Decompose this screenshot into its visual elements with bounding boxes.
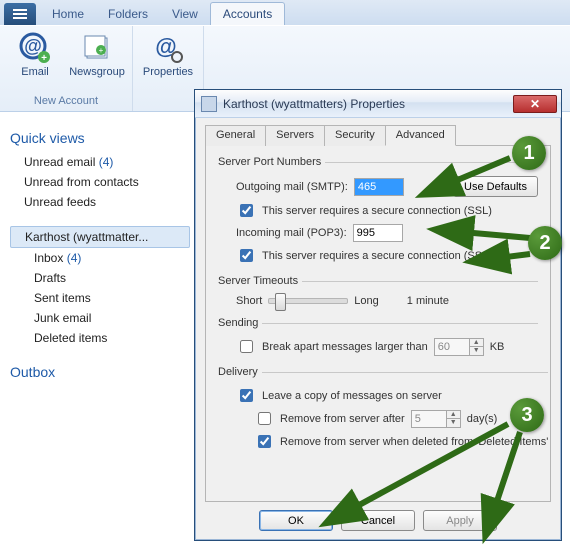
at-plus-icon: @+ (19, 32, 51, 64)
group-label-new-account: New Account (8, 93, 124, 109)
use-defaults-button[interactable]: Use Defaults (453, 176, 538, 197)
nav-deleted[interactable]: Deleted items (10, 328, 190, 348)
remove-after-checkbox[interactable] (258, 412, 271, 425)
nav-unread-contacts[interactable]: Unread from contacts (10, 172, 190, 192)
dtab-advanced[interactable]: Advanced (385, 125, 456, 146)
smtp-ssl-label: This server requires a secure connection… (262, 205, 492, 217)
ribbon-tab-strip: Home Folders View Accounts (0, 0, 570, 26)
nav-inbox[interactable]: Inbox (4) (10, 248, 190, 268)
remove-when-deleted-label: Remove from server when deleted from 'De… (280, 436, 548, 448)
nav-account-karthost[interactable]: Karthost (wyattmatter... (10, 226, 190, 248)
smtp-port-input[interactable] (354, 178, 404, 196)
dialog-tabstrip: General Servers Security Advanced (205, 124, 551, 146)
nav-sent[interactable]: Sent items (10, 288, 190, 308)
newsgroup-icon: + (81, 32, 113, 64)
svg-text:+: + (41, 53, 47, 64)
ok-button[interactable]: OK (259, 510, 333, 531)
smtp-ssl-checkbox[interactable] (240, 204, 253, 217)
apply-button[interactable]: Apply (423, 510, 497, 531)
timeout-value: 1 minute (407, 295, 449, 307)
short-label: Short (236, 295, 262, 307)
account-properties-dialog: Karthost (wyattmatters) Properties ✕ Gen… (194, 89, 562, 541)
sending-legend: Sending (218, 317, 262, 329)
properties-label: Properties (143, 66, 193, 78)
close-button[interactable]: ✕ (513, 95, 557, 113)
dtab-general[interactable]: General (205, 125, 266, 146)
server-ports-group: Server Port Numbers Outgoing mail (SMTP)… (218, 156, 538, 269)
break-size-stepper[interactable]: ▲▼ (434, 338, 484, 356)
cancel-button[interactable]: Cancel (341, 510, 415, 531)
break-apart-label: Break apart messages larger than (262, 341, 428, 353)
at-gear-icon: @ (152, 32, 184, 64)
tab-folders[interactable]: Folders (96, 3, 160, 25)
dialog-icon (201, 96, 217, 112)
remove-after-label: Remove from server after (280, 413, 405, 425)
nav-unread-email[interactable]: Unread email (4) (10, 152, 190, 172)
app-menu-button[interactable] (4, 3, 36, 25)
advanced-pane: Server Port Numbers Outgoing mail (SMTP)… (205, 146, 551, 502)
break-apart-checkbox[interactable] (240, 340, 253, 353)
server-ports-legend: Server Port Numbers (218, 156, 325, 168)
server-timeouts-group: Server Timeouts Short Long 1 minute (218, 275, 538, 311)
chevron-up-icon[interactable]: ▲ (469, 339, 483, 348)
menu-icon (13, 9, 27, 19)
dialog-title: Karthost (wyattmatters) Properties (223, 97, 513, 111)
days-label: day(s) (467, 413, 498, 425)
remove-when-deleted-checkbox[interactable] (258, 435, 271, 448)
tab-home[interactable]: Home (40, 3, 96, 25)
nav-unread-feeds[interactable]: Unread feeds (10, 192, 190, 212)
email-account-label: Email (21, 66, 49, 78)
newsgroup-button[interactable]: + Newsgroup (70, 30, 124, 93)
properties-button[interactable]: @ Properties (141, 30, 195, 93)
timeout-slider[interactable] (268, 298, 348, 304)
smtp-label: Outgoing mail (SMTP): (236, 181, 348, 193)
timeouts-legend: Server Timeouts (218, 275, 302, 287)
quick-views-heading: Quick views (10, 130, 190, 146)
nav-drafts[interactable]: Drafts (10, 268, 190, 288)
svg-text:@: @ (155, 34, 176, 59)
dtab-servers[interactable]: Servers (265, 125, 325, 146)
svg-text:+: + (99, 46, 104, 55)
leave-copy-checkbox[interactable] (240, 389, 253, 402)
close-icon: ✕ (530, 97, 540, 111)
pop3-port-input[interactable] (353, 224, 403, 242)
nav-junk[interactable]: Junk email (10, 308, 190, 328)
newsgroup-label: Newsgroup (69, 66, 125, 78)
outbox-heading[interactable]: Outbox (10, 364, 190, 380)
sending-group: Sending Break apart messages larger than… (218, 317, 538, 360)
dialog-titlebar[interactable]: Karthost (wyattmatters) Properties ✕ (195, 90, 561, 118)
ribbon-group-new-account: @+ Email + Newsgroup New Account (0, 26, 133, 111)
chevron-down-icon[interactable]: ▼ (469, 347, 483, 355)
tab-view[interactable]: View (160, 3, 210, 25)
folder-nav: Quick views Unread email (4) Unread from… (0, 112, 200, 552)
kb-label: KB (490, 341, 505, 353)
pop3-ssl-label: This server requires a secure connection… (262, 250, 492, 262)
long-label: Long (354, 295, 378, 307)
pop3-label: Incoming mail (POP3): (236, 227, 347, 239)
tab-accounts[interactable]: Accounts (210, 2, 285, 25)
leave-copy-label: Leave a copy of messages on server (262, 390, 442, 402)
delivery-legend: Delivery (218, 366, 262, 378)
delivery-group: Delivery Leave a copy of messages on ser… (218, 366, 548, 455)
email-account-button[interactable]: @+ Email (8, 30, 62, 93)
dtab-security[interactable]: Security (324, 125, 386, 146)
svg-text:@: @ (24, 36, 42, 56)
dialog-button-row: OK Cancel Apply (205, 502, 551, 531)
remove-days-stepper[interactable]: ▲▼ (411, 410, 461, 428)
pop3-ssl-checkbox[interactable] (240, 249, 253, 262)
